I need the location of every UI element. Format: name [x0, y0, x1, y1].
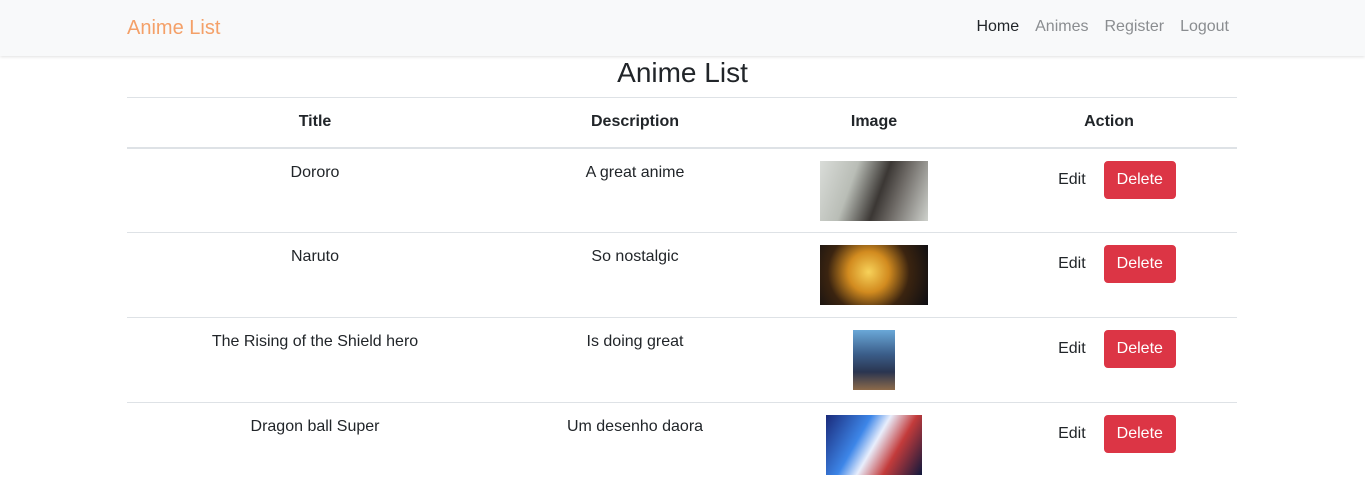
table-row: Naruto So nostalgic Edit Delete [127, 232, 1237, 318]
delete-button[interactable]: Delete [1103, 160, 1176, 199]
cell-action: Edit Delete [981, 147, 1237, 233]
brand-link[interactable]: Anime List [127, 16, 220, 40]
cell-image [767, 403, 981, 488]
nav-register[interactable]: Register [1104, 17, 1164, 37]
delete-button[interactable]: Delete [1103, 330, 1176, 368]
nav-animes[interactable]: Animes [1035, 17, 1088, 37]
cell-action: Edit Delete [981, 403, 1237, 488]
edit-button[interactable]: Edit [1046, 245, 1098, 283]
cell-title: The Rising of the Shield hero [127, 317, 503, 403]
table-row: Dragon ball Super Um desenho daora Edit … [127, 403, 1237, 488]
nav-home[interactable]: Home [976, 17, 1019, 37]
dragon-ball-super-image [826, 415, 922, 475]
table-row: The Rising of the Shield hero Is doing g… [127, 317, 1237, 403]
delete-button[interactable]: Delete [1103, 415, 1176, 453]
cell-action: Edit Delete [981, 317, 1237, 403]
cell-description: A great anime [503, 147, 767, 233]
header-action: Action [981, 97, 1237, 149]
nav-logout[interactable]: Logout [1180, 17, 1229, 37]
table-row: Dororo A great anime Edit Delete [127, 147, 1237, 233]
anime-table: Title Description Image Action Dororo A … [127, 97, 1237, 488]
cell-description: Um desenho daora [566, 418, 704, 435]
table-header-row: Title Description Image Action [127, 97, 1237, 149]
header-title: Title [127, 97, 503, 149]
cell-description: Is doing great [503, 317, 767, 403]
delete-button[interactable]: Delete [1103, 245, 1176, 283]
row-actions: Edit Delete [981, 160, 1237, 199]
cell-action: Edit Delete [981, 232, 1237, 318]
header-image: Image [767, 97, 981, 149]
cell-title: Naruto [127, 232, 503, 318]
cell-image [767, 147, 981, 233]
nav-links: Home Animes Register Logout [976, 17, 1229, 37]
edit-button[interactable]: Edit [1046, 161, 1098, 199]
edit-button[interactable]: Edit [1046, 330, 1098, 368]
row-actions: Edit Delete [981, 415, 1237, 453]
shield-hero-image [853, 330, 895, 390]
naruto-image [820, 245, 928, 305]
cell-description: So nostalgic [503, 232, 767, 318]
dororo-image [820, 160, 928, 221]
edit-button[interactable]: Edit [1046, 415, 1098, 453]
cell-title: Dragon ball Super [250, 418, 380, 435]
row-actions: Edit Delete [981, 245, 1237, 283]
cell-title: Dororo [127, 147, 503, 233]
cell-image [767, 232, 981, 318]
row-actions: Edit Delete [981, 330, 1237, 368]
header-description: Description [503, 97, 767, 149]
cell-image [767, 317, 981, 403]
page-title: Anime List [617, 57, 748, 88]
navbar: Anime List Home Animes Register Logout [0, 0, 1365, 56]
